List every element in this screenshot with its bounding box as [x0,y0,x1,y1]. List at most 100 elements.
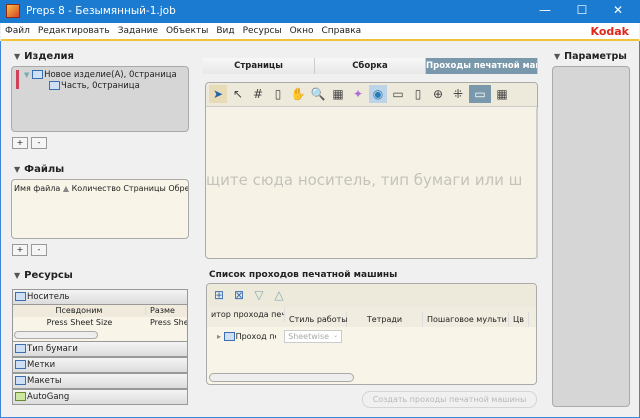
col-trim[interactable]: Обрезк. [168,184,188,193]
kodak-logo: Kodak [590,25,630,38]
select-arrow-icon[interactable]: ➤ [209,85,227,103]
col-step-multi[interactable]: Пошаговое мульти [423,312,509,327]
col-press-run-id[interactable]: итор прохода печати [207,307,285,322]
media-table: Псевдоним Разме Press Sheet Size Press She [12,305,188,341]
add-press-run-icon[interactable]: ⊞ [210,286,228,304]
section-label: AutoGang [27,392,70,402]
params-header[interactable]: ▼ Параметры [554,51,627,62]
tree-item-part[interactable]: Часть, 0страница [49,81,140,91]
menu-job[interactable]: Задание [114,23,162,36]
tab-pages[interactable]: Страницы [203,58,315,74]
col-signatures[interactable]: Тетради [347,312,423,327]
close-button[interactable]: ✕ [608,3,628,19]
work-style-value: Sheetwise [288,332,330,341]
book-icon [49,81,60,90]
press-list-panel: ⊞⊠▽△ итор прохода печатиСтиль работыТетр… [206,283,537,385]
remove-file-button[interactable]: - [31,244,47,256]
direct-select-icon[interactable]: ↖ [229,85,247,103]
col-colors[interactable]: Цв [509,312,529,327]
table-row[interactable]: ▸ Проход пе Sheetwise ⌄ [207,327,536,343]
resources-title: Ресурсы [24,270,73,281]
section-label: Метки [27,360,56,370]
create-press-runs-button[interactable]: Создать проходы печатной машины [362,391,537,408]
menu-edit[interactable]: Редактировать [34,23,114,36]
sheet-icon[interactable]: ▯ [409,85,427,103]
resource-marks[interactable]: Метки [12,357,188,373]
window-title: Preps 8 - Безымянный-1.job [26,5,176,17]
layout-icon[interactable]: ▦ [329,85,347,103]
tab-imposition[interactable]: Сборка [315,58,426,74]
press-list-columns: итор прохода печатиСтиль работыТетрадиПо… [207,307,536,327]
col-count[interactable]: Количество [72,184,121,193]
remove-product-button[interactable]: - [31,137,47,149]
col-alias[interactable]: Псевдоним [13,306,146,315]
tree-item-label: Новое изделие(A), 0страница [44,70,177,80]
single-view-icon[interactable]: ▭ [469,85,491,103]
color-marker [16,70,19,89]
press-list-toolbar: ⊞ ⊠ ▽ △ [207,284,536,307]
hand-icon[interactable]: ✋ [289,85,307,103]
menu-objects[interactable]: Объекты [162,23,212,36]
work-style-select[interactable]: Sheetwise ⌄ [284,330,343,343]
press-list-header: Список проходов печатной машины [209,270,398,280]
add-file-button[interactable]: + [12,244,28,256]
minimize-button[interactable]: — [535,3,555,19]
delete-press-run-icon[interactable]: ⊠ [230,286,248,304]
crosshair-icon[interactable]: ⊕ [429,85,447,103]
press-run-icon [223,332,235,341]
book-icon [32,70,44,79]
menu-resources[interactable]: Ресурсы [239,23,286,36]
horizontal-scrollbar[interactable] [14,331,98,339]
app-icon [6,4,20,18]
media-icon [15,292,26,301]
split-icon[interactable]: ⁜ [449,85,467,103]
tab-press-runs[interactable]: Проходы печатной машины [426,58,538,74]
resource-media[interactable]: Носитель [12,289,188,305]
params-panel [552,66,630,407]
paper-icon [15,344,26,353]
col-work-style[interactable]: Стиль работы [285,312,348,327]
page-number-icon[interactable]: # [249,85,267,103]
menu-window[interactable]: Окно [286,23,318,36]
collapse-icon: ▼ [554,52,561,61]
vertical-scrollbar[interactable] [536,108,538,258]
wizard-icon[interactable]: ✦ [349,85,367,103]
resources-header[interactable]: ▼ Ресурсы [14,270,73,281]
products-header[interactable]: ▼ Изделия [14,51,74,62]
products-title: Изделия [24,51,74,62]
files-table: Имя файла ▲ Количество Страницы Обрезк. [11,179,189,239]
resource-autogang[interactable]: AutoGang [12,389,188,405]
products-tree: ▼ Новое изделие(A), 0страница Часть, 0ст… [11,66,189,132]
cell-alias[interactable]: Press Sheet Size [13,318,146,327]
section-label: Носитель [27,292,70,302]
move-up-icon[interactable]: △ [270,286,288,304]
horizontal-scrollbar[interactable] [209,373,354,382]
menu-view[interactable]: Вид [212,23,238,36]
files-title: Файлы [24,164,65,175]
tree-item-product[interactable]: ▼ Новое изделие(A), 0страница [24,70,177,80]
add-product-button[interactable]: + [12,137,28,149]
collapse-icon: ▼ [14,271,21,280]
params-title: Параметры [564,51,627,62]
menu-file[interactable]: Файл [1,23,34,36]
cell-size: Press She [150,318,188,327]
menu-help[interactable]: Справка [318,23,366,36]
page-icon[interactable]: ▯ [269,85,287,103]
col-file-name[interactable]: Имя файла [14,184,60,193]
drop-hint: щите сюда носитель, тип бумаги или ш [206,171,523,189]
zoom-icon[interactable]: 🔍 [309,85,327,103]
expand-icon[interactable]: ▸ [217,332,221,341]
ruler-icon[interactable]: ▭ [389,85,407,103]
col-size[interactable]: Разме [146,306,175,315]
canvas-panel: ➤ ↖ # ▯ ✋ 🔍 ▦ ✦ ◉ ▭ ▯ ⊕ ⁜ ▭ ▦ щите сюда носитель, тип … [205,82,538,259]
maximize-button[interactable]: ☐ [572,3,592,19]
files-header[interactable]: ▼ Файлы [14,164,64,175]
eye-icon[interactable]: ◉ [369,85,387,103]
resource-paper-type[interactable]: Тип бумаги [12,341,188,357]
section-label: Тип бумаги [27,344,78,354]
col-pages[interactable]: Страницы [123,184,165,193]
resource-templates[interactable]: Макеты [12,373,188,389]
move-down-icon[interactable]: ▽ [250,286,268,304]
toolbar: ➤ ↖ # ▯ ✋ 🔍 ▦ ✦ ◉ ▭ ▯ ⊕ ⁜ ▭ ▦ [206,83,537,107]
grid-view-icon[interactable]: ▦ [493,85,511,103]
